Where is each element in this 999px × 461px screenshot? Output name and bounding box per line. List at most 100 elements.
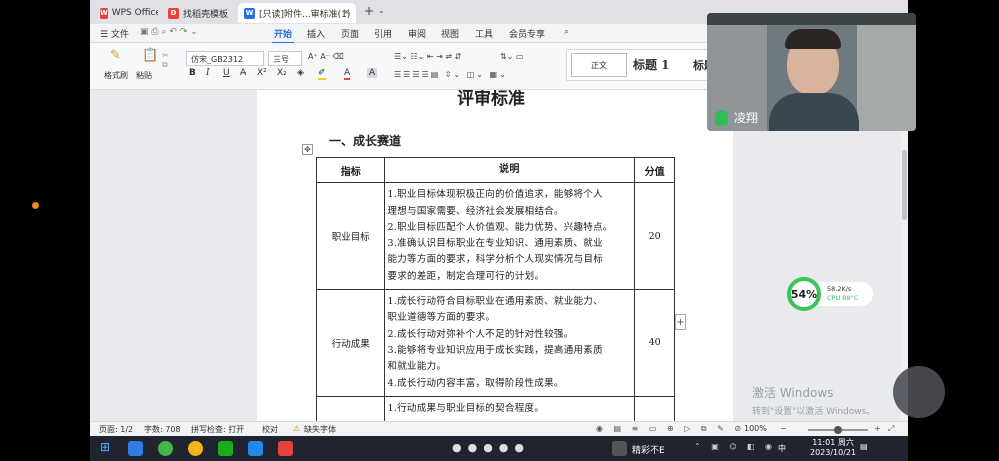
italic-icon[interactable]: I [206,68,210,78]
bold-icon[interactable]: B [189,68,196,78]
format-painter-button[interactable]: 格式刷 [104,70,128,81]
edge-browser-icon[interactable] [128,441,143,456]
proofread[interactable]: 校对 [262,424,278,435]
document-page[interactable]: 评审标准 一、成长赛道 ✥ 指标 说明 分值 职业目标 1.职业目标体现积极正向… [257,90,733,421]
word-count[interactable]: 字数: 708 [144,424,181,435]
media-thumb-icon [612,441,627,456]
add-column-button[interactable]: + [675,314,686,330]
zoom-slider[interactable] [808,426,868,434]
media-control-dots[interactable]: ●●●●● [452,441,530,454]
menu-member[interactable]: 会员专享 [509,27,545,40]
desc-line: 2.成长行动对弥补个人不足的针对性较强。 [387,328,574,340]
performance-widget[interactable]: 58.2K/s CPU 88°C 54% [787,277,877,311]
cut-copy-icons[interactable]: ✂ ⧉ [162,51,169,70]
font-grow-shrink-icons[interactable]: A⁺ A⁻ ⌫ [308,52,344,61]
close-tab-icon[interactable]: ✕ [342,8,350,18]
sort-icons[interactable]: ⇅⌄ ▭ [500,52,524,61]
zoom-slider-knob[interactable] [834,426,842,434]
media-title[interactable]: 精彩不E [632,443,665,456]
docer-icon: D [168,7,179,19]
menu-view[interactable]: 视图 [441,27,459,40]
subscript-icon[interactable]: X₂ [277,68,287,78]
tab-list-chevron-icon[interactable]: ⌄ [378,6,385,15]
word-doc-icon: W [244,7,255,19]
page-indicator[interactable]: 页面: 1/2 [99,424,133,435]
spell-check[interactable]: 拼写检查: 打开 [191,424,244,435]
table-header-row: 指标 说明 分值 [315,156,675,184]
video-top-bar [707,13,916,25]
view-mode-icons[interactable]: ◉ ▤ ≡ ▭ ⊕ ▷ ⧉ ✎ ⊘ [596,424,745,434]
highlight-icon[interactable]: ✐ [318,68,326,80]
menu-tools[interactable]: 工具 [475,27,493,40]
font-name-select[interactable]: 仿宋_GB2312 [186,51,264,66]
mute-microphone-icon[interactable] [893,366,945,418]
tab-document[interactable]: W [只读]附件...审标准(1) ✕ [238,3,356,23]
erase-icon[interactable]: ◈ [297,68,304,78]
fit-page-icon[interactable]: ⤢ [888,424,894,434]
superscript-icon[interactable]: X² [257,68,267,78]
clock[interactable]: 11:01 周六 2023/10/21 [810,438,856,458]
paste-button[interactable]: 粘贴 [136,70,152,81]
speaker-name: 凌翔 [734,111,759,125]
indicator-cell: 职业目标 [315,182,386,291]
font-size-select[interactable]: 三号 [268,51,302,66]
search-icon[interactable]: ⌕ [564,27,569,37]
ime-indicator[interactable]: 中 [778,443,786,454]
style-heading1[interactable]: 标题 1 [633,56,670,73]
menu-page[interactable]: 页面 [341,27,359,40]
desc-line: 4.成长行动内容丰富，取得阶段性成果。 [387,377,564,389]
scrollbar-thumb[interactable] [902,150,907,220]
desc-line: 2.职业目标匹配个人价值观、能力优势、兴趣特点。 [387,221,613,233]
zoom-in-icon[interactable]: + [874,424,881,433]
clock-time: 11:01 周六 [812,438,854,447]
tab-wps-office[interactable]: W WPS Office [94,3,158,23]
tab-label: [只读]附件...审标准(1) [259,9,351,20]
desc-line: 3.准确认识目标职业在专业知识、通用素质、就业 [387,238,603,250]
menu-insert[interactable]: 插入 [307,27,325,40]
tab-docer[interactable]: D 找稻壳模板 [162,3,234,23]
table-row: 行动成果 1.成长行动符合目标职业在通用素质、就业能力、 职业道德等方面的要求。… [315,289,675,397]
char-shading-icon[interactable]: A [367,68,378,78]
score-cell: 20 [634,182,675,291]
underline-icon[interactable]: U [223,68,230,78]
green-app-icon[interactable] [158,441,173,456]
add-tab-button[interactable]: + [364,4,374,18]
table-row: 职业目标 1.职业目标体现积极正向的价值追求，能够将个人 理想与国家需要、经济社… [315,182,675,291]
video-call-window[interactable]: 凌翔 [707,13,916,131]
align-icons[interactable]: ☰☰☰☰▤ ⇳⌄ ◫⌄ ▦⌄ [394,70,508,79]
menu-home[interactable]: 开始 [271,27,295,44]
activation-watermark: 激活 Windows [752,386,834,400]
criteria-table: 指标 说明 分值 职业目标 1.职业目标体现积极正向的价值追求，能够将个人 理想… [315,156,675,421]
zoom-out-icon[interactable]: − [780,424,787,433]
strikethrough-icon[interactable]: A̶ [240,68,246,78]
tray-icons[interactable]: ⌃ ▣ ⌬ ◧ ◉ [694,442,776,451]
wps-taskbar-icon[interactable] [278,441,293,456]
meeting-app-icon[interactable] [248,441,263,456]
menu-reference[interactable]: 引用 [374,27,392,40]
menu-file[interactable]: ☰ 文件 [100,27,129,40]
paste-icon[interactable]: 📋 [142,48,158,63]
list-icons[interactable]: ☰⌄ ☷⌄ ⇤ ⇥ ⇌ ⇵ [394,52,461,61]
zoom-level[interactable]: 100% [744,424,767,433]
speaker-label: 凌翔 [715,109,758,126]
desc-line: 1.成长行动符合目标职业在通用素质、就业能力、 [387,296,603,308]
document-title: 评审标准 [457,90,525,109]
wechat-icon[interactable] [218,441,233,456]
table-move-handle-icon[interactable]: ✥ [302,144,313,155]
windows-start-icon[interactable]: ⊞ [100,440,110,454]
menu-review[interactable]: 审阅 [408,27,426,40]
font-color-icon[interactable]: A [344,68,351,80]
missing-font[interactable]: 缺失字体 [304,424,336,435]
desc-line: 和就业能力。 [387,361,447,373]
perf-card: 58.2K/s CPU 88°C [819,282,873,306]
style-normal[interactable]: 正文 [571,53,627,77]
format-painter-icon[interactable]: ✎ [110,48,121,63]
desc-line: 要求的差距，制定合理可行的计划。 [387,270,545,282]
notification-icon[interactable]: ▤ [860,442,868,451]
description-cell: 1.成长行动符合目标职业在通用素质、就业能力、 职业道德等方面的要求。 2.成长… [384,289,636,397]
hamburger-icon: ☰ [100,30,111,40]
wps-icon: W [100,7,108,19]
chrome-icon[interactable] [188,441,203,456]
quick-access-icons[interactable]: ▣ ⎙ ⌕ ↶ ↷ ⌄ [140,27,198,37]
desc-line: 3.能够将专业知识应用于成长实践，提高通用素质 [387,344,603,356]
